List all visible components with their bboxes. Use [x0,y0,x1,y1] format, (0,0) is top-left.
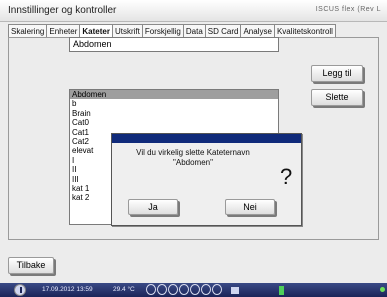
yes-button[interactable]: Ja [128,199,178,215]
tab-enheter[interactable]: Enheter [46,24,81,38]
sample-slot-icon [168,284,178,295]
sample-slot-icon [190,284,200,295]
battery-icon [279,286,284,295]
list-item[interactable]: Cat0 [70,118,278,127]
tab-utskrift[interactable]: Utskrift [111,24,143,38]
tab-kateter[interactable]: Kateter [79,24,113,38]
app-window: Innstillinger og kontroller ISCUS flex (… [0,0,387,297]
title-bar: Innstillinger og kontroller ISCUS flex (… [0,0,387,22]
tab-skalering[interactable]: Skalering [8,24,48,38]
delete-button[interactable]: Slette [311,89,363,106]
dialog-title-bar [112,134,301,143]
sample-slot-icon [201,284,211,295]
settings-tabs: Skalering Enheter Kateter Utskrift Forsk… [8,24,336,38]
status-temperature: 29.4 °C [113,286,135,293]
list-item[interactable]: Abdomen [70,90,278,100]
tab-data[interactable]: Data [182,24,206,38]
brand-label: ISCUS flex (Rev L [315,6,381,13]
sample-slot-icon [179,284,189,295]
sample-slot-icon [212,284,222,295]
power-icon[interactable] [14,284,26,296]
no-button[interactable]: Nei [225,199,275,215]
printer-icon [231,287,239,294]
list-item[interactable]: b [70,99,278,108]
catheter-name-input[interactable]: Abdomen [69,37,279,52]
tab-kvalitetskontroll[interactable]: Kvalitetskontroll [273,24,336,38]
status-datetime: 17.09.2012 13:59 [42,286,93,293]
sample-slot-icon [157,284,167,295]
tab-analyse[interactable]: Analyse [240,24,275,38]
sample-slot-icon [146,284,156,295]
connection-status-icon [380,287,385,292]
tab-forskjellig[interactable]: Forskjellig [141,24,184,38]
back-button[interactable]: Tilbake [8,257,54,274]
status-bar: 17.09.2012 13:59 29.4 °C [0,283,387,297]
list-item[interactable]: Brain [70,109,278,118]
window-title: Innstillinger og kontroller [8,5,117,16]
sample-slots-indicator [146,284,222,295]
add-button[interactable]: Legg til [311,65,363,82]
dialog-message: Vil du virkelig slette Kateternavn "Abdo… [136,148,250,167]
question-icon: ? [280,164,293,189]
confirm-delete-dialog: Vil du virkelig slette Kateternavn "Abdo… [111,133,302,226]
tab-sd-card[interactable]: SD Card [204,24,242,38]
